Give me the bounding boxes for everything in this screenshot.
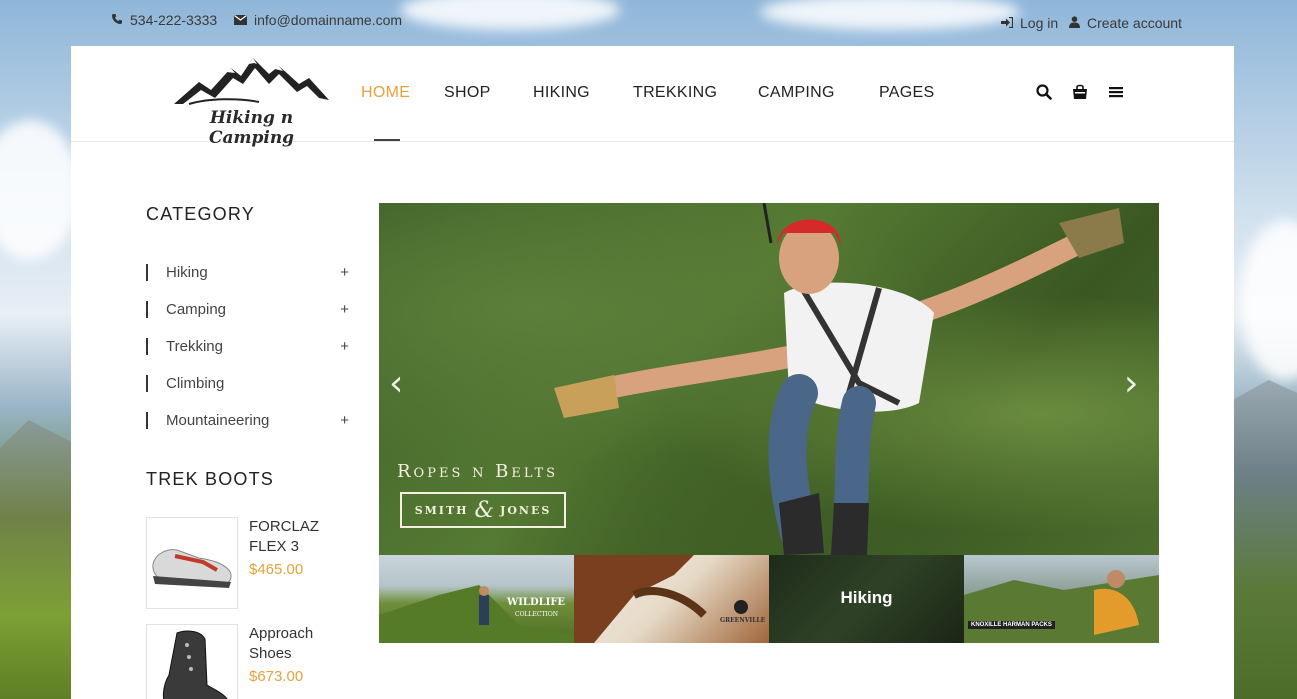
- slide-brand-logo: SMITH & JONES: [400, 492, 566, 528]
- search-icon[interactable]: [1036, 84, 1054, 102]
- category-item-trekking[interactable]: Trekking +: [146, 328, 351, 365]
- background-cloud: [1240, 220, 1297, 380]
- category-item-camping[interactable]: Camping +: [146, 291, 351, 328]
- mountain-logo-icon: [174, 58, 329, 105]
- category-list: Hiking + Camping + Trekking + Climbing M…: [146, 254, 351, 439]
- phone-contact: 534-222-3333: [111, 12, 217, 28]
- menu-icon[interactable]: [1109, 84, 1127, 102]
- category-marker: [146, 412, 148, 429]
- category-marker: [146, 264, 148, 281]
- expand-icon[interactable]: +: [340, 301, 349, 318]
- nav-shop[interactable]: SHOP: [444, 84, 491, 102]
- category-label: Mountaineering: [166, 412, 270, 429]
- shopping-bag-icon[interactable]: [1072, 84, 1090, 102]
- product-image[interactable]: [146, 624, 238, 699]
- login-label: Log in: [1020, 15, 1059, 31]
- thumbnail-subtitle: COLLECTION: [515, 611, 558, 618]
- brand-ampersand: &: [474, 497, 495, 523]
- category-marker: [146, 301, 148, 318]
- phone-number[interactable]: 534-222-3333: [130, 12, 217, 28]
- brand-right-word: JONES: [500, 503, 552, 517]
- slider-next-arrow[interactable]: ›: [1124, 363, 1138, 404]
- main-panel: Hiking n Camping HOME SHOP HIKING TREKKI…: [71, 46, 1234, 699]
- nav-pages[interactable]: PAGES: [879, 84, 934, 102]
- logo-text: Hiking n Camping: [208, 108, 295, 148]
- thumbnail-title: Hiking: [840, 588, 893, 607]
- email-contact: info@domainname.com: [234, 12, 402, 28]
- slide-brand-line: Ropes n Belts: [397, 461, 559, 482]
- login-link[interactable]: Log in: [1001, 15, 1058, 31]
- product-name[interactable]: FORCLAZ FLEX 3: [249, 517, 349, 557]
- category-label: Trekking: [166, 338, 223, 355]
- nav-camping[interactable]: CAMPING: [758, 84, 835, 102]
- thumbnail-title: GREENVILLE: [720, 617, 766, 624]
- hero-slider[interactable]: ‹ › Ropes n Belts SMITH & JONES: [379, 203, 1159, 555]
- email-address[interactable]: info@domainname.com: [254, 12, 402, 28]
- category-label: Hiking: [166, 264, 208, 281]
- product-price: $673.00: [249, 668, 304, 685]
- user-icon: [1069, 16, 1080, 30]
- envelope-icon: [234, 14, 247, 27]
- top-contact-bar: 534-222-3333 info@domainname.com Log in …: [0, 0, 1297, 46]
- product-card[interactable]: FORCLAZ FLEX 3 $465.00: [146, 517, 356, 609]
- thumbnail-knoxille[interactable]: KNOXILLE HARMAN PACKS: [964, 555, 1159, 643]
- nav-hiking[interactable]: HIKING: [533, 84, 590, 102]
- product-image[interactable]: [146, 517, 238, 609]
- background-cloud: [0, 120, 80, 260]
- create-account-link[interactable]: Create account: [1069, 15, 1182, 31]
- category-marker: [146, 375, 148, 392]
- thumbnail-greenville[interactable]: GREENVILLE: [574, 555, 769, 643]
- nav-home[interactable]: HOME: [361, 84, 410, 102]
- product-price: $465.00: [249, 561, 304, 578]
- site-logo[interactable]: Hiking n Camping: [169, 54, 334, 148]
- brand-left-word: SMITH: [414, 503, 469, 517]
- product-name[interactable]: Approach Shoes: [249, 624, 349, 664]
- thumbnail-title: WILDLIFE: [507, 597, 566, 608]
- category-label: Climbing: [166, 375, 225, 392]
- product-card[interactable]: Approach Shoes $673.00: [146, 624, 356, 699]
- phone-icon: [111, 13, 123, 27]
- expand-icon[interactable]: +: [340, 412, 349, 429]
- thumbnail-hiking[interactable]: Hiking: [769, 555, 964, 643]
- nav-trekking[interactable]: TREKKING: [633, 84, 717, 102]
- category-item-mountaineering[interactable]: Mountaineering +: [146, 402, 351, 439]
- thumbnail-title: KNOXILLE HARMAN PACKS: [968, 621, 1055, 629]
- site-header: Hiking n Camping HOME SHOP HIKING TREKKI…: [71, 46, 1234, 148]
- expand-icon[interactable]: +: [340, 338, 349, 355]
- slider-prev-arrow[interactable]: ‹: [389, 363, 403, 404]
- thumbnail-wildlife[interactable]: WILDLIFE COLLECTION: [379, 555, 574, 643]
- trek-boots-heading: TREK BOOTS: [146, 469, 275, 489]
- category-marker: [146, 338, 148, 355]
- category-item-hiking[interactable]: Hiking +: [146, 254, 351, 291]
- expand-icon[interactable]: +: [340, 264, 349, 281]
- sign-in-icon: [1001, 16, 1014, 30]
- slider-thumbnails: WILDLIFE COLLECTION GREENVILLE Hiking KN…: [379, 555, 1159, 643]
- category-heading: CATEGORY: [146, 204, 255, 224]
- active-nav-indicator: [374, 139, 400, 141]
- background-mountain: [1234, 380, 1297, 699]
- background-mountain: [0, 420, 72, 699]
- category-label: Camping: [166, 301, 227, 318]
- category-item-climbing[interactable]: Climbing: [146, 365, 351, 402]
- create-account-label: Create account: [1087, 15, 1182, 31]
